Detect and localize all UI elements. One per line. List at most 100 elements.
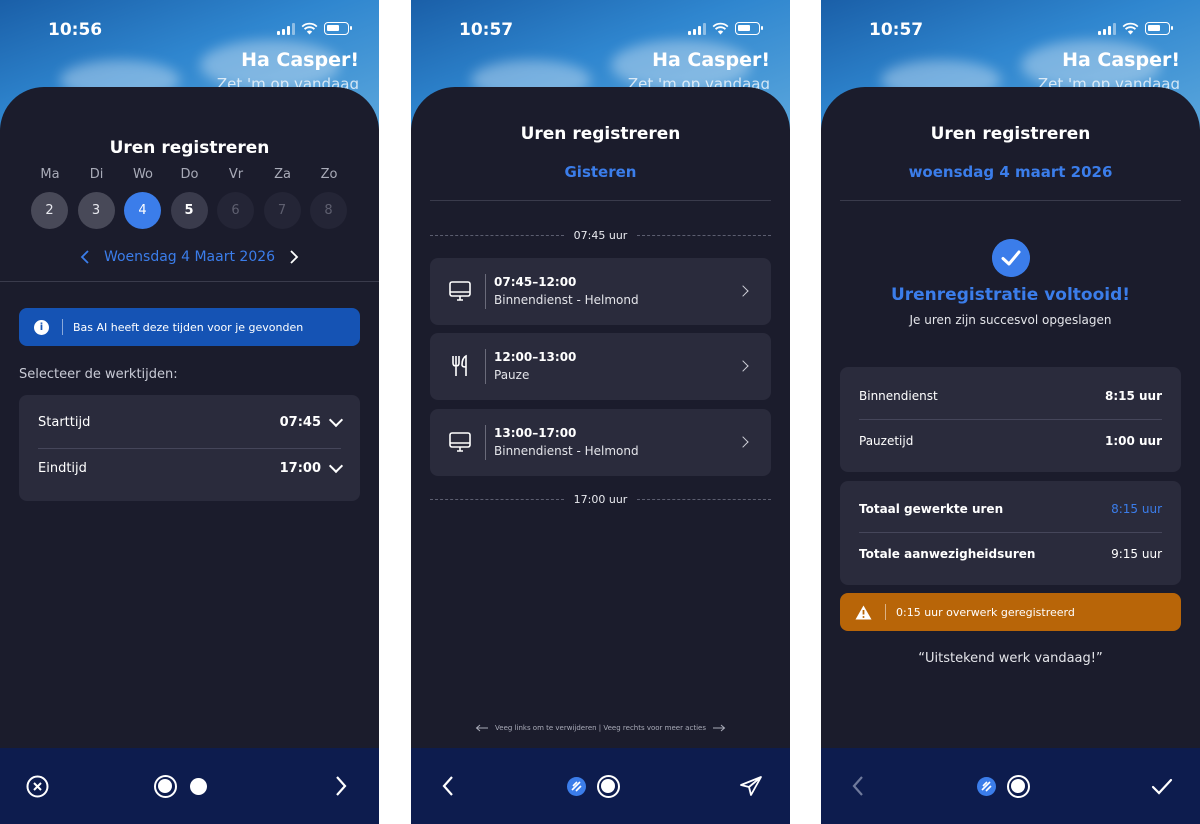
- totals-card: Totaal gewerkte uren 8:15 uur Totale aan…: [840, 481, 1181, 585]
- date-subtitle[interactable]: Gisteren: [411, 163, 790, 181]
- step-indicator: [190, 778, 207, 795]
- wifi-icon: [301, 22, 318, 35]
- checkmark-icon[interactable]: [1151, 778, 1173, 796]
- bottom-bar: [0, 748, 379, 824]
- page-title: Uren registreren: [109, 138, 270, 158]
- entry-time: 07:45–12:00: [494, 275, 577, 289]
- day-item[interactable]: Do 5: [170, 167, 209, 229]
- start-time-label: Starttijd: [38, 415, 91, 430]
- battery-icon: [735, 22, 763, 35]
- send-icon[interactable]: [739, 775, 763, 797]
- summary-label: Binnendienst: [859, 389, 938, 403]
- summary-value: 1:00 uur: [1104, 434, 1162, 448]
- bottom-bar: [821, 748, 1200, 824]
- status-time: 10:57: [869, 20, 924, 40]
- status-icons: [688, 22, 763, 35]
- timeline-start-marker: 07:45 uur: [430, 229, 772, 242]
- ai-suggestion-banner: i Bas AI heeft deze tijden voor je gevon…: [19, 308, 360, 346]
- start-time-value: 07:45: [279, 415, 321, 430]
- end-time-value: 17:00: [279, 461, 321, 476]
- chevron-right-icon[interactable]: [334, 775, 348, 797]
- summary-label: Totale aanwezigheidsuren: [859, 547, 1036, 561]
- divider: [0, 281, 379, 282]
- day-label: Ma: [40, 167, 60, 182]
- entry-description: Binnendienst - Helmond: [494, 293, 639, 307]
- entry-description: Pauze: [494, 368, 530, 382]
- start-time-field[interactable]: Starttijd 07:45: [38, 412, 344, 430]
- motivation-quote: “Uitstekend werk vandaag!”: [918, 651, 1103, 666]
- chevron-right-icon: [737, 360, 749, 372]
- day-label: Do: [180, 167, 199, 182]
- chevron-left-icon: [852, 776, 863, 796]
- time-entry[interactable]: 12:00–13:00 Pauze: [430, 333, 771, 400]
- chevron-left-icon[interactable]: [441, 775, 455, 797]
- day-number-today[interactable]: 5: [170, 192, 208, 229]
- breakdown-card: Binnendienst 8:15 uur Pauzetijd 1:00 uur: [840, 367, 1181, 472]
- battery-icon: [1145, 22, 1173, 35]
- swipe-hint: Veeg links om te verwijderen | Veeg rech…: [411, 724, 790, 732]
- day-item[interactable]: Ma 2: [31, 167, 69, 229]
- summary-row: Totaal gewerkte uren 8:15 uur: [859, 502, 1162, 516]
- chevron-left-icon[interactable]: [80, 250, 90, 264]
- cutlery-icon: [452, 354, 467, 376]
- summary-label: Totaal gewerkte uren: [859, 502, 1004, 516]
- end-time-label: Eindtijd: [38, 461, 87, 476]
- day-label: Zo: [320, 167, 338, 182]
- time-entry[interactable]: 13:00–17:00 Binnendienst - Helmond: [430, 409, 771, 476]
- screen-confirmation: 10:57 Ha Casper! Zet 'm op vandaag Uren …: [821, 0, 1200, 824]
- summary-row: Pauzetijd 1:00 uur: [859, 434, 1162, 448]
- step-completed-icon: [567, 777, 586, 796]
- entry-description: Binnendienst - Helmond: [494, 444, 639, 458]
- weekday-selector: Ma 2 Di 3 Wo 4 Do 5 Vr 6 Za 7 Zo 8: [31, 167, 348, 229]
- date-subtitle: woensdag 4 maart 2026: [908, 163, 1113, 181]
- check-circle-icon: [992, 239, 1030, 277]
- screen-select-times: 10:56 Ha Casper! Zet 'm op vandaag Uren …: [0, 0, 379, 824]
- status-icons: [277, 22, 352, 35]
- divider: [840, 200, 1181, 201]
- day-item: Za 7: [263, 167, 302, 229]
- arrow-right-icon: [712, 724, 726, 732]
- arrow-left-icon: [475, 724, 489, 732]
- current-date: Woensdag 4 Maart 2026: [103, 249, 276, 265]
- swipe-hint-text: Veeg links om te verwijderen | Veeg rech…: [495, 724, 706, 732]
- entry-time: 12:00–13:00: [494, 350, 577, 364]
- summary-value: 9:15 uur: [1111, 547, 1162, 561]
- summary-row: Binnendienst 8:15 uur: [859, 389, 1162, 403]
- success-subtitle: Je uren zijn succesvol opgeslagen: [909, 313, 1112, 327]
- time-entry[interactable]: 07:45–12:00 Binnendienst - Helmond: [430, 258, 771, 325]
- day-item[interactable]: Wo 4: [124, 167, 162, 229]
- step-indicator-active: [597, 775, 620, 798]
- timeline-end-marker: 17:00 uur: [430, 493, 772, 506]
- ai-banner-text: Bas AI heeft deze tijden voor je gevonde…: [73, 320, 304, 334]
- day-number-selected[interactable]: 4: [124, 192, 161, 229]
- time-fields-card: Starttijd 07:45 Eindtijd 17:00: [19, 395, 360, 501]
- bottom-bar: [411, 748, 790, 824]
- day-number[interactable]: 3: [77, 192, 115, 229]
- greeting: Ha Casper!: [1062, 49, 1180, 71]
- warning-text: 0:15 uur overwerk geregistreerd: [896, 605, 1075, 619]
- day-number-disabled: 7: [263, 192, 301, 229]
- battery-icon: [324, 22, 352, 35]
- page-title: Uren registreren: [930, 124, 1091, 144]
- day-label: Vr: [228, 167, 244, 182]
- chevron-down-icon: [328, 412, 344, 428]
- summary-value: 8:15 uur: [1104, 389, 1162, 403]
- status-time: 10:57: [459, 20, 514, 40]
- day-number[interactable]: 2: [31, 192, 68, 229]
- signal-icon: [688, 22, 706, 35]
- day-item: Zo 8: [310, 167, 348, 229]
- greeting: Ha Casper!: [652, 49, 770, 71]
- end-time-field[interactable]: Eindtijd 17:00: [38, 458, 344, 476]
- date-navigator: Woensdag 4 Maart 2026: [0, 249, 379, 265]
- wifi-icon: [712, 22, 729, 35]
- chevron-right-icon: [737, 436, 749, 448]
- close-icon[interactable]: [26, 775, 49, 798]
- day-item[interactable]: Di 3: [77, 167, 116, 229]
- monitor-icon: [449, 432, 471, 452]
- chevron-right-icon[interactable]: [289, 250, 299, 264]
- signal-icon: [1098, 22, 1116, 35]
- chevron-down-icon: [328, 458, 344, 474]
- summary-value: 8:15 uur: [1111, 502, 1162, 516]
- day-label: Za: [274, 167, 291, 182]
- summary-label: Pauzetijd: [859, 434, 914, 448]
